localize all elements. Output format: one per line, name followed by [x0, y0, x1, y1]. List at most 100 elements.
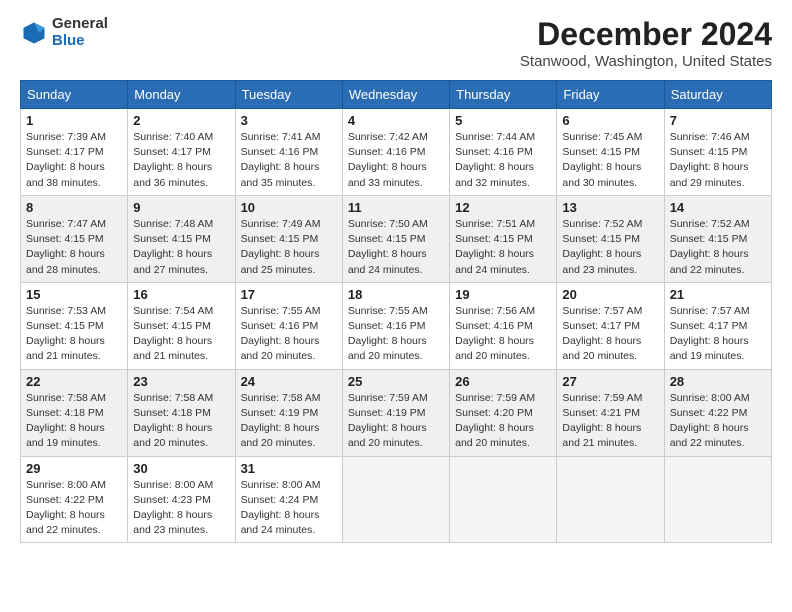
day-number: 24	[241, 374, 337, 389]
day-number: 18	[348, 287, 444, 302]
day-info: Sunrise: 7:58 AM Sunset: 4:18 PM Dayligh…	[133, 391, 229, 452]
day-info: Sunrise: 7:56 AM Sunset: 4:16 PM Dayligh…	[455, 304, 551, 365]
day-info: Sunrise: 7:59 AM Sunset: 4:21 PM Dayligh…	[562, 391, 658, 452]
day-info: Sunrise: 7:51 AM Sunset: 4:15 PM Dayligh…	[455, 217, 551, 278]
day-info: Sunrise: 7:55 AM Sunset: 4:16 PM Dayligh…	[241, 304, 337, 365]
day-info: Sunrise: 7:58 AM Sunset: 4:18 PM Dayligh…	[26, 391, 122, 452]
calendar-cell: 22 Sunrise: 7:58 AM Sunset: 4:18 PM Dayli…	[21, 369, 128, 456]
day-number: 26	[455, 374, 551, 389]
calendar-cell: 11 Sunrise: 7:50 AM Sunset: 4:15 PM Dayli…	[342, 195, 449, 282]
logo-general-text: General	[52, 16, 108, 33]
day-info: Sunrise: 7:59 AM Sunset: 4:20 PM Dayligh…	[455, 391, 551, 452]
day-number: 6	[562, 113, 658, 128]
calendar-cell	[450, 456, 557, 543]
day-info: Sunrise: 7:42 AM Sunset: 4:16 PM Dayligh…	[348, 130, 444, 191]
day-number: 10	[241, 200, 337, 215]
calendar-cell: 23 Sunrise: 7:58 AM Sunset: 4:18 PM Dayli…	[128, 369, 235, 456]
day-info: Sunrise: 7:50 AM Sunset: 4:15 PM Dayligh…	[348, 217, 444, 278]
calendar-table: SundayMondayTuesdayWednesdayThursdayFrid…	[20, 80, 772, 543]
day-info: Sunrise: 7:52 AM Sunset: 4:15 PM Dayligh…	[670, 217, 766, 278]
calendar-cell: 2Sunrise: 7:40 AM Sunset: 4:17 PM Daylig…	[128, 109, 235, 196]
day-info: Sunrise: 7:49 AM Sunset: 4:15 PM Dayligh…	[241, 217, 337, 278]
day-number: 1	[26, 113, 122, 128]
day-number: 13	[562, 200, 658, 215]
day-info: Sunrise: 7:57 AM Sunset: 4:17 PM Dayligh…	[562, 304, 658, 365]
day-info: Sunrise: 7:46 AM Sunset: 4:15 PM Dayligh…	[670, 130, 766, 191]
calendar-cell: 5Sunrise: 7:44 AM Sunset: 4:16 PM Daylig…	[450, 109, 557, 196]
calendar-cell: 12 Sunrise: 7:51 AM Sunset: 4:15 PM Dayli…	[450, 195, 557, 282]
day-number: 2	[133, 113, 229, 128]
calendar-cell: 28 Sunrise: 8:00 AM Sunset: 4:22 PM Dayli…	[664, 369, 771, 456]
calendar-cell: 24 Sunrise: 7:58 AM Sunset: 4:19 PM Dayli…	[235, 369, 342, 456]
day-info: Sunrise: 7:52 AM Sunset: 4:15 PM Dayligh…	[562, 217, 658, 278]
calendar-cell: 1Sunrise: 7:39 AM Sunset: 4:17 PM Daylig…	[21, 109, 128, 196]
day-number: 12	[455, 200, 551, 215]
day-number: 22	[26, 374, 122, 389]
calendar-cell: 20 Sunrise: 7:57 AM Sunset: 4:17 PM Dayli…	[557, 282, 664, 369]
day-info: Sunrise: 7:47 AM Sunset: 4:15 PM Dayligh…	[26, 217, 122, 278]
calendar-cell: 31Sunrise: 8:00 AM Sunset: 4:24 PM Dayli…	[235, 456, 342, 543]
calendar-cell: 16Sunrise: 7:54 AM Sunset: 4:15 PM Dayli…	[128, 282, 235, 369]
calendar-cell: 17 Sunrise: 7:55 AM Sunset: 4:16 PM Dayli…	[235, 282, 342, 369]
day-number: 19	[455, 287, 551, 302]
day-info: Sunrise: 7:48 AM Sunset: 4:15 PM Dayligh…	[133, 217, 229, 278]
day-info: Sunrise: 8:00 AM Sunset: 4:22 PM Dayligh…	[26, 478, 122, 539]
calendar-cell: 15Sunrise: 7:53 AM Sunset: 4:15 PM Dayli…	[21, 282, 128, 369]
day-info: Sunrise: 7:59 AM Sunset: 4:19 PM Dayligh…	[348, 391, 444, 452]
day-info: Sunrise: 7:45 AM Sunset: 4:15 PM Dayligh…	[562, 130, 658, 191]
day-header-tuesday: Tuesday	[235, 81, 342, 109]
location-subtitle: Stanwood, Washington, United States	[520, 53, 772, 70]
calendar-cell: 18 Sunrise: 7:55 AM Sunset: 4:16 PM Dayli…	[342, 282, 449, 369]
month-title: December 2024	[520, 16, 772, 53]
calendar-cell: 7 Sunrise: 7:46 AM Sunset: 4:15 PM Daylig…	[664, 109, 771, 196]
calendar-cell: 3 Sunrise: 7:41 AM Sunset: 4:16 PM Daylig…	[235, 109, 342, 196]
day-number: 20	[562, 287, 658, 302]
day-number: 17	[241, 287, 337, 302]
day-info: Sunrise: 8:00 AM Sunset: 4:22 PM Dayligh…	[670, 391, 766, 452]
calendar-cell: 13 Sunrise: 7:52 AM Sunset: 4:15 PM Dayli…	[557, 195, 664, 282]
day-header-saturday: Saturday	[664, 81, 771, 109]
day-number: 27	[562, 374, 658, 389]
calendar-cell	[342, 456, 449, 543]
day-number: 16	[133, 287, 229, 302]
calendar-cell: 4 Sunrise: 7:42 AM Sunset: 4:16 PM Daylig…	[342, 109, 449, 196]
day-number: 28	[670, 374, 766, 389]
calendar-cell: 6 Sunrise: 7:45 AM Sunset: 4:15 PM Daylig…	[557, 109, 664, 196]
day-number: 7	[670, 113, 766, 128]
day-number: 29	[26, 461, 122, 476]
day-number: 3	[241, 113, 337, 128]
day-number: 11	[348, 200, 444, 215]
logo: General Blue	[20, 16, 108, 49]
day-number: 25	[348, 374, 444, 389]
calendar-cell: 21 Sunrise: 7:57 AM Sunset: 4:17 PM Dayli…	[664, 282, 771, 369]
page-header: General Blue December 2024 Stanwood, Was…	[20, 16, 772, 70]
day-number: 8	[26, 200, 122, 215]
day-info: Sunrise: 7:57 AM Sunset: 4:17 PM Dayligh…	[670, 304, 766, 365]
day-number: 31	[241, 461, 337, 476]
day-number: 4	[348, 113, 444, 128]
day-number: 30	[133, 461, 229, 476]
calendar-cell: 14Sunrise: 7:52 AM Sunset: 4:15 PM Dayli…	[664, 195, 771, 282]
day-number: 21	[670, 287, 766, 302]
day-header-sunday: Sunday	[21, 81, 128, 109]
day-info: Sunrise: 7:41 AM Sunset: 4:16 PM Dayligh…	[241, 130, 337, 191]
calendar-cell: 25 Sunrise: 7:59 AM Sunset: 4:19 PM Dayli…	[342, 369, 449, 456]
title-block: December 2024 Stanwood, Washington, Unit…	[520, 16, 772, 70]
day-number: 5	[455, 113, 551, 128]
calendar-cell: 8 Sunrise: 7:47 AM Sunset: 4:15 PM Daylig…	[21, 195, 128, 282]
day-info: Sunrise: 8:00 AM Sunset: 4:23 PM Dayligh…	[133, 478, 229, 539]
logo-icon	[20, 19, 48, 47]
calendar-cell: 9Sunrise: 7:48 AM Sunset: 4:15 PM Daylig…	[128, 195, 235, 282]
day-info: Sunrise: 7:58 AM Sunset: 4:19 PM Dayligh…	[241, 391, 337, 452]
day-header-thursday: Thursday	[450, 81, 557, 109]
calendar-cell: 27 Sunrise: 7:59 AM Sunset: 4:21 PM Dayli…	[557, 369, 664, 456]
calendar-cell: 29 Sunrise: 8:00 AM Sunset: 4:22 PM Dayli…	[21, 456, 128, 543]
calendar-cell	[557, 456, 664, 543]
calendar-cell: 19 Sunrise: 7:56 AM Sunset: 4:16 PM Dayli…	[450, 282, 557, 369]
day-header-friday: Friday	[557, 81, 664, 109]
calendar-cell	[664, 456, 771, 543]
day-info: Sunrise: 7:55 AM Sunset: 4:16 PM Dayligh…	[348, 304, 444, 365]
day-number: 23	[133, 374, 229, 389]
day-info: Sunrise: 7:53 AM Sunset: 4:15 PM Dayligh…	[26, 304, 122, 365]
calendar-cell: 30 Sunrise: 8:00 AM Sunset: 4:23 PM Dayli…	[128, 456, 235, 543]
